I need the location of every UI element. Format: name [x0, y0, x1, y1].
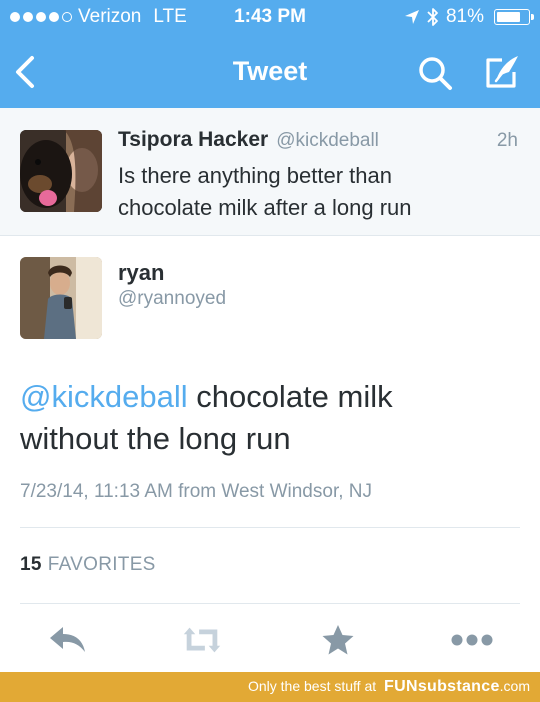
tweet-text: @kickdeball chocolate milk without the l…: [20, 376, 520, 460]
watermark-text: Only the best stuff at FUNsubstance.com: [248, 678, 530, 696]
status-right: 81%: [404, 6, 534, 28]
battery-tip: [531, 14, 534, 20]
divider: [20, 527, 520, 528]
favorite-button[interactable]: [316, 622, 360, 658]
tweet-author-name[interactable]: ryan: [118, 260, 164, 286]
more-dots-icon: [451, 634, 493, 646]
favorites-label: FAVORITES: [47, 554, 156, 575]
page-title: Tweet: [232, 56, 308, 86]
favorites-number: 15: [20, 554, 42, 575]
search-icon[interactable]: [416, 54, 454, 92]
watermark-suffix: .com: [499, 678, 530, 694]
watermark-brand: FUNsubstance: [384, 678, 500, 695]
in-reply-to-tweet[interactable]: Tsipora Hacker @kickdeball 2h Is there an…: [0, 108, 540, 236]
location-arrow-icon: [404, 10, 419, 24]
mention-link[interactable]: @kickdeball: [20, 379, 188, 414]
battery-icon: [494, 9, 534, 25]
status-bar: Verizon LTE 1:43 PM 81%: [0, 0, 540, 36]
tweet-text-line: @kickdeball chocolate milk: [20, 376, 520, 418]
tweet-author-handle[interactable]: @ryannoyed: [118, 288, 226, 310]
favorites-count[interactable]: 15 FAVORITES: [20, 554, 156, 576]
nav-bar: Tweet: [0, 36, 540, 108]
tweet-meta[interactable]: 7/23/14, 11:13 AM from West Windsor, NJ: [20, 481, 372, 503]
reply-author-handle[interactable]: @kickdeball: [276, 130, 379, 151]
retweet-icon: [183, 627, 221, 653]
more-button[interactable]: [450, 622, 494, 658]
avatar-photo: [20, 257, 102, 339]
avatar[interactable]: [20, 130, 102, 212]
compose-icon[interactable]: [482, 52, 522, 92]
reply-tweet-text: Is there anything better than chocolate …: [118, 160, 508, 224]
tweet-text-fragment: chocolate milk: [187, 379, 393, 414]
reply-name-row: Tsipora Hacker @kickdeball: [118, 128, 379, 152]
avatar[interactable]: [20, 257, 102, 339]
tweet-text-line: without the long run: [20, 421, 291, 456]
reply-text-line: Is there anything better than: [118, 163, 392, 188]
avatar-photo: [20, 130, 102, 212]
retweet-button[interactable]: [180, 622, 224, 658]
bluetooth-icon: [427, 8, 438, 26]
reply-author-name[interactable]: Tsipora Hacker: [118, 128, 268, 151]
favorite-star-icon: [322, 625, 354, 655]
battery-percent: 81%: [445, 6, 484, 27]
battery-fill: [497, 12, 520, 22]
divider: [20, 603, 520, 604]
reply-timestamp: 2h: [496, 130, 518, 151]
watermark-prefix: Only the best stuff at: [247, 678, 377, 694]
reply-button[interactable]: [46, 622, 90, 658]
watermark-bar: Only the best stuff at FUNsubstance.com: [0, 672, 540, 702]
app-header: Verizon LTE 1:43 PM 81% Tweet: [0, 0, 540, 108]
reply-text-line: chocolate milk after a long run: [118, 195, 412, 220]
tweet-action-bar: [0, 612, 540, 668]
reply-icon: [50, 627, 85, 652]
